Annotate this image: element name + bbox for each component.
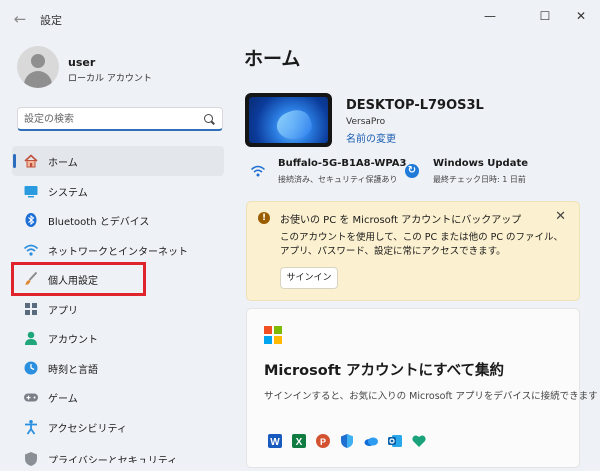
- outlook-icon: [388, 435, 402, 447]
- device-name: DESKTOP-L79OS3L: [346, 98, 484, 113]
- warning-icon: !: [258, 212, 270, 224]
- sidebar-item-gaming[interactable]: ゲーム: [12, 382, 224, 412]
- microsoft-account-card: Microsoft アカウントにすべて集約 サインインすると、お気に入りの Mi…: [246, 308, 598, 468]
- word-icon: W: [268, 434, 282, 448]
- page-title: ホーム: [244, 48, 301, 70]
- sidebar-item-label: アクセシビリティ: [48, 423, 127, 435]
- sidebar-item-accessibility[interactable]: アクセシビリティ: [12, 412, 224, 442]
- system-icon: [24, 185, 38, 197]
- accessibility-icon: [25, 419, 37, 435]
- sidebar-item-home[interactable]: ホーム: [12, 146, 224, 176]
- search-box[interactable]: [17, 107, 223, 131]
- network-name[interactable]: Buffalo-5G-B1A8-WPA3: [278, 158, 406, 169]
- sidebar-item-privacy[interactable]: プライバシーとセキュリティ: [12, 441, 224, 471]
- sidebar-item-label: アカウント: [48, 335, 98, 346]
- wallpaper: [249, 97, 328, 143]
- powerpoint-icon: P: [316, 434, 330, 448]
- backup-banner: ! お使いの PC を Microsoft アカウントにバックアップ ✕ このア…: [246, 201, 580, 301]
- sidebar-item-bluetooth[interactable]: Bluetooth とデバイス: [12, 205, 224, 235]
- windows-update-icon: ↻: [405, 164, 419, 178]
- sidebar-item-label: プライバシーとセキュリティ: [48, 456, 178, 463]
- microsoft-logo-icon: [264, 326, 282, 344]
- user-account-type: ローカル アカウント: [68, 74, 152, 84]
- back-arrow-icon[interactable]: ←: [10, 9, 30, 29]
- sidebar-item-label: 時刻と言語: [48, 364, 98, 376]
- windows-update-status: 最終チェック日時: 1 日前: [433, 175, 526, 184]
- sidebar-item-label: Bluetooth とデバイス: [48, 217, 150, 228]
- sign-in-button[interactable]: サインイン: [280, 267, 338, 289]
- network-status: 接続済み、セキュリティ保護あり: [278, 175, 398, 184]
- svg-text:X: X: [296, 437, 303, 448]
- avatar-head: [31, 54, 45, 68]
- banner-body: このアカウントを使用して、この PC または他の PC のファイル、アプリ、パス…: [280, 232, 564, 257]
- sidebar-item-system[interactable]: システム: [12, 176, 224, 206]
- rename-link[interactable]: 名前の変更: [346, 130, 396, 145]
- card-title: Microsoft アカウントにすべて集約: [264, 363, 505, 379]
- title-bar: ← 設定 — ☐ ✕: [0, 0, 600, 38]
- sidebar-item-label: システム: [48, 187, 88, 199]
- onedrive-icon: [364, 437, 378, 446]
- window-title: 設定: [40, 14, 62, 27]
- bluetooth-icon: [25, 213, 37, 227]
- sidebar-item-label: ネットワークとインターネット: [48, 246, 188, 258]
- family-icon: [412, 435, 426, 447]
- svg-text:P: P: [320, 437, 326, 447]
- defender-icon: [341, 434, 353, 448]
- card-body: サインインすると、お気に入りの Microsoft アプリをデバイスに接続できま…: [264, 391, 598, 402]
- close-button[interactable]: ✕: [561, 5, 600, 27]
- excel-icon: X: [292, 434, 306, 448]
- bloom-graphic: [273, 106, 315, 143]
- home-icon: [24, 154, 38, 168]
- banner-title: お使いの PC を Microsoft アカウントにバックアップ: [280, 215, 522, 226]
- device-model: VersaPro: [346, 117, 386, 127]
- sidebar-item-label: アプリ: [48, 305, 78, 317]
- close-icon[interactable]: ✕: [555, 209, 566, 224]
- sidebar-item-accounts[interactable]: アカウント: [12, 323, 224, 353]
- maximize-button[interactable]: ☐: [525, 5, 565, 27]
- highlight-box-personalization: [11, 262, 146, 296]
- account-icon: [25, 331, 37, 345]
- windows-update-link[interactable]: Windows Update: [433, 158, 528, 169]
- sidebar-item-apps[interactable]: アプリ: [12, 294, 224, 324]
- search-input[interactable]: [24, 111, 194, 127]
- device-image: [245, 93, 332, 147]
- time-language-icon: [24, 361, 38, 374]
- selection-indicator: [13, 154, 16, 168]
- network-icon: [23, 244, 39, 256]
- gaming-icon: [24, 393, 38, 402]
- svg-text:W: W: [270, 437, 280, 448]
- search-icon[interactable]: [204, 114, 213, 123]
- sidebar-item-network[interactable]: ネットワークとインターネット: [12, 235, 224, 265]
- sidebar-item-time-language[interactable]: 時刻と言語: [12, 353, 224, 383]
- avatar[interactable]: [17, 46, 59, 88]
- sidebar-item-label: ホーム: [48, 158, 78, 169]
- sidebar-item-label: ゲーム: [48, 394, 78, 405]
- user-name: user: [68, 56, 96, 69]
- wifi-icon: [250, 165, 266, 177]
- minimize-button[interactable]: —: [470, 5, 510, 27]
- sidebar-nav: ホーム システム Bluetooth とデバイス ネットワークとインターネット …: [12, 146, 224, 471]
- avatar-body: [24, 71, 52, 88]
- apps-icon: [25, 302, 37, 315]
